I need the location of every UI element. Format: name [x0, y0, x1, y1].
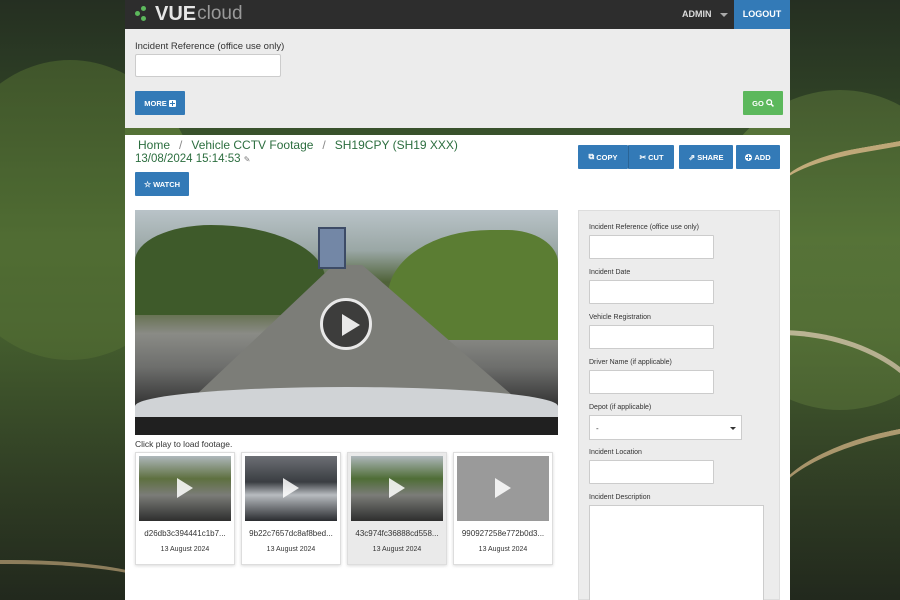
- share-icon: ⇗: [688, 152, 696, 162]
- cut-button-label: CUT: [648, 152, 664, 162]
- breadcrumb-separator: /: [322, 138, 326, 152]
- watch-button-label: WATCH: [153, 179, 181, 189]
- copy-button[interactable]: ⧉ COPY: [578, 145, 628, 169]
- play-icon: [495, 478, 511, 498]
- search-panel: Incident Reference (office use only) MOR…: [125, 29, 790, 128]
- add-button[interactable]: ADD: [736, 145, 780, 169]
- video-player[interactable]: [135, 210, 558, 435]
- footage-thumbnail-selected[interactable]: 43c974fc36888cd558... 13 August 2024: [347, 452, 447, 565]
- play-icon: [283, 478, 299, 498]
- breadcrumb-separator: /: [179, 138, 183, 152]
- footage-datetime-text: 13/08/2024 15:14:53: [135, 153, 241, 165]
- play-icon: [389, 478, 405, 498]
- thumbnail-date: 13 August 2024: [266, 546, 316, 553]
- scissors-icon: ✂: [639, 152, 647, 162]
- incident-form: Incident Reference (office use only) Inc…: [578, 210, 780, 600]
- cut-button[interactable]: ✂ CUT: [628, 145, 674, 169]
- logo-text-light: cloud: [197, 3, 243, 24]
- thumbnail-image: [245, 456, 337, 521]
- go-button-label: GO: [752, 98, 764, 108]
- incident-date-label: Incident Date: [589, 269, 631, 276]
- more-button-label: MORE: [144, 98, 167, 108]
- depot-select[interactable]: -: [589, 415, 742, 440]
- thumbnail-image: [139, 456, 231, 521]
- video-hint: Click play to load footage.: [135, 439, 233, 449]
- search-incident-reference-input[interactable]: [135, 54, 281, 77]
- user-menu[interactable]: ADMIN: [682, 0, 728, 29]
- vue-cloud-logo[interactable]: VUE cloud: [135, 3, 243, 25]
- driver-name-label: Driver Name (if applicable): [589, 359, 672, 366]
- add-button-label: ADD: [754, 152, 771, 162]
- breadcrumb: Home / Vehicle CCTV Footage / SH19CPY (SH19 …: [138, 138, 458, 152]
- play-icon: [177, 478, 193, 498]
- thumbnail-filename: 43c974fc36888cd558...: [355, 529, 439, 538]
- edit-icon[interactable]: ✎: [244, 155, 251, 164]
- plus-square-icon: [168, 99, 176, 107]
- thumbnail-date: 13 August 2024: [478, 546, 528, 553]
- thumbnail-filename: 990927258e772b0d3...: [461, 529, 545, 538]
- incident-description-label: Incident Description: [589, 494, 651, 501]
- breadcrumb-home[interactable]: Home: [138, 138, 170, 152]
- thumbnail-filename: d26db3c394441c1b7...: [144, 529, 226, 538]
- caret-down-icon: [730, 427, 736, 430]
- depot-select-value: -: [596, 424, 599, 433]
- vehicle-registration-input[interactable]: [589, 325, 714, 349]
- footage-thumbnail[interactable]: 9b22c7657dc8af8bed... 13 August 2024: [241, 452, 341, 565]
- more-button[interactable]: MORE: [135, 91, 185, 115]
- search-icon: [765, 99, 774, 107]
- thumbnail-filename: 9b22c7657dc8af8bed...: [249, 529, 333, 538]
- incident-description-textarea[interactable]: [589, 505, 764, 600]
- logout-button[interactable]: LOGOUT: [734, 0, 790, 29]
- depot-label: Depot (if applicable): [589, 404, 652, 411]
- logo-dots-icon: [135, 3, 151, 25]
- footage-thumbnail[interactable]: 990927258e772b0d3... 13 August 2024: [453, 452, 553, 565]
- star-icon: ☆: [143, 179, 152, 189]
- share-button-label: SHARE: [697, 152, 724, 162]
- thumbnail-image: [457, 456, 549, 521]
- copy-icon: ⧉: [588, 152, 595, 161]
- vehicle-registration-label: Vehicle Registration: [589, 314, 651, 321]
- share-button[interactable]: ⇗ SHARE: [679, 145, 733, 169]
- user-menu-label: ADMIN: [682, 9, 712, 19]
- copy-button-label: COPY: [596, 152, 618, 162]
- plus-circle-icon: [745, 153, 753, 161]
- main-content: Home / Vehicle CCTV Footage / SH19CPY (SH19 …: [125, 135, 790, 600]
- thumbnail-image: [351, 456, 443, 521]
- logo-text-bold: VUE: [155, 3, 197, 25]
- incident-location-input[interactable]: [589, 460, 714, 484]
- thumbnail-date: 13 August 2024: [372, 546, 422, 553]
- go-button[interactable]: GO: [743, 91, 783, 115]
- thumbnail-date: 13 August 2024: [160, 546, 210, 553]
- breadcrumb-vehicle[interactable]: SH19CPY (SH19 XXX): [335, 138, 458, 152]
- top-navbar: VUE cloud ADMIN LOGOUT: [125, 0, 790, 29]
- incident-date-input[interactable]: [589, 280, 714, 304]
- play-icon[interactable]: [320, 298, 372, 350]
- footage-datetime: 13/08/2024 15:14:53 ✎: [135, 153, 250, 165]
- breadcrumb-vehicle-cctv-footage[interactable]: Vehicle CCTV Footage: [191, 138, 313, 152]
- watch-button[interactable]: ☆ WATCH: [135, 172, 189, 196]
- driver-name-input[interactable]: [589, 370, 714, 394]
- search-incident-reference-label: Incident Reference (office use only): [135, 41, 285, 52]
- incident-reference-label: Incident Reference (office use only): [589, 224, 699, 231]
- incident-reference-input[interactable]: [589, 235, 714, 259]
- footage-thumbnail[interactable]: d26db3c394441c1b7... 13 August 2024: [135, 452, 235, 565]
- incident-location-label: Incident Location: [589, 449, 642, 456]
- caret-down-icon: [719, 12, 728, 17]
